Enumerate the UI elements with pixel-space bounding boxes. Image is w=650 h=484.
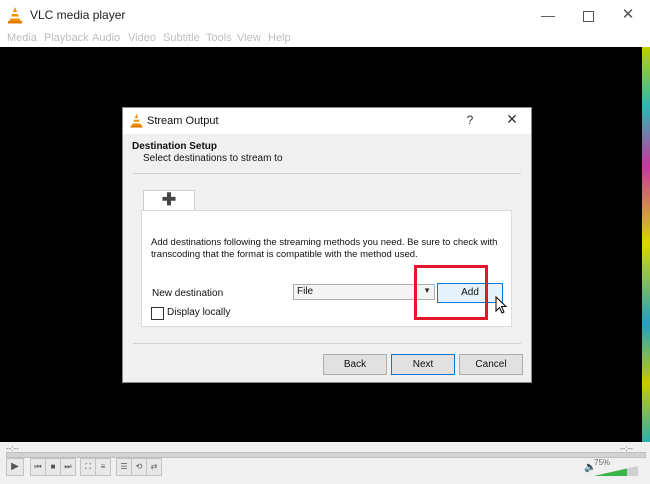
playback-controls: --:-- --:-- ▶ ⏮ ■ ⏭ ⛶ ≡ ☰ ⟲ ⇄ 🔈 75% — [0, 442, 650, 484]
cancel-button[interactable]: Cancel — [459, 354, 523, 375]
minimize-button[interactable]: — — [530, 0, 566, 30]
tab-add-destination[interactable]: ✚ — [143, 190, 195, 212]
window-title: VLC media player — [30, 8, 126, 22]
previous-icon: ⏮ — [34, 462, 42, 471]
next-icon: ⏭ — [64, 462, 72, 471]
maximize-button[interactable] — [570, 0, 606, 30]
video-edge-artwork — [642, 47, 650, 442]
random-button[interactable]: ⇄ — [146, 458, 162, 476]
menu-bar: Media Playback Audio Video Subtitle Tool… — [0, 30, 650, 47]
stop-button[interactable]: ■ — [45, 458, 61, 476]
highlight-annotation — [414, 265, 488, 320]
wizard-header: Destination Setup Select destinations to… — [123, 134, 531, 172]
destination-description: Add destinations following the streaming… — [151, 237, 498, 260]
wizard-step-subtitle: Select destinations to stream to — [143, 153, 283, 164]
shuffle-icon: ⇄ — [150, 462, 158, 471]
close-icon: ✕ — [506, 111, 518, 127]
help-button[interactable]: ? — [461, 113, 479, 129]
vlc-window: VLC media player — ✕ Media Playback Audi… — [0, 0, 650, 484]
dialog-close-button[interactable]: ✕ — [501, 111, 523, 129]
dialog-title: Stream Output — [147, 115, 219, 127]
header-divider — [133, 173, 521, 174]
playlist-icon: ☰ — [120, 462, 128, 471]
fullscreen-button[interactable]: ⛶ — [80, 458, 96, 476]
extended-settings-button[interactable]: ≡ — [95, 458, 111, 476]
next-track-button[interactable]: ⏭ — [60, 458, 76, 476]
close-window-button[interactable]: ✕ — [610, 0, 646, 30]
menu-playback[interactable]: Playback — [44, 32, 89, 44]
stream-output-dialog: Stream Output ? ✕ Destination Setup Sele… — [122, 107, 532, 383]
menu-help[interactable]: Help — [268, 32, 291, 44]
close-icon: ✕ — [621, 6, 635, 23]
maximize-icon — [582, 10, 594, 22]
footer-divider — [133, 343, 521, 344]
dialog-title-bar: Stream Output ? ✕ — [123, 108, 531, 134]
mouse-cursor-icon — [495, 296, 507, 314]
menu-view[interactable]: View — [237, 32, 261, 44]
next-button[interactable]: Next — [391, 354, 455, 375]
play-button[interactable]: ▶ — [6, 458, 24, 476]
stop-icon: ■ — [50, 462, 56, 471]
menu-video[interactable]: Video — [128, 32, 156, 44]
menu-audio[interactable]: Audio — [92, 32, 120, 44]
title-bar: VLC media player — ✕ — [0, 0, 650, 30]
fullscreen-icon: ⛶ — [85, 462, 91, 471]
plus-icon: ✚ — [161, 190, 177, 209]
display-locally-checkbox[interactable] — [151, 307, 164, 320]
volume-slider[interactable] — [594, 466, 638, 476]
new-destination-label: New destination — [152, 288, 224, 299]
menu-subtitle[interactable]: Subtitle — [163, 32, 200, 44]
equalizer-icon: ≡ — [100, 462, 106, 471]
loop-icon: ⟲ — [135, 462, 143, 471]
vlc-cone-icon — [130, 113, 143, 128]
display-locally-label: Display locally — [167, 307, 231, 318]
wizard-step-title: Destination Setup — [132, 141, 218, 152]
menu-media[interactable]: Media — [7, 32, 37, 44]
back-button[interactable]: Back — [323, 354, 387, 375]
playlist-button[interactable]: ☰ — [116, 458, 132, 476]
help-icon: ? — [466, 113, 474, 127]
play-icon: ▶ — [11, 461, 19, 472]
minimize-icon: — — [541, 7, 555, 23]
menu-tools[interactable]: Tools — [206, 32, 232, 44]
loop-button[interactable]: ⟲ — [131, 458, 147, 476]
previous-button[interactable]: ⏮ — [30, 458, 46, 476]
vlc-cone-icon — [8, 7, 22, 24]
destination-selected-value: File — [297, 286, 314, 297]
